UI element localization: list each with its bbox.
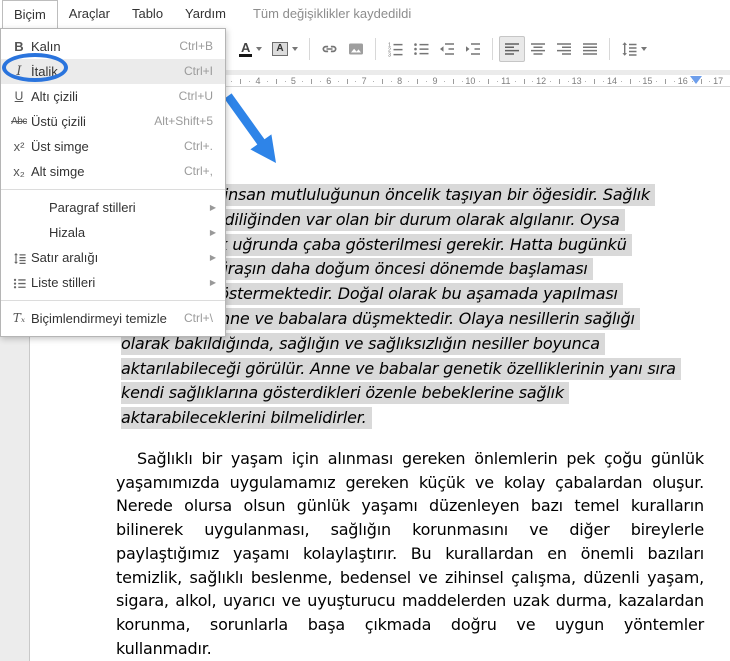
insert-image-button[interactable] <box>343 36 369 62</box>
menubar-item-yardim[interactable]: Yardım <box>174 0 237 28</box>
shortcut-label: Ctrl+U <box>178 89 213 103</box>
decrease-indent-icon <box>439 43 454 55</box>
bulleted-list-button[interactable] <box>408 36 434 62</box>
text-line: kendi sağlıklarına gösterdikleri özenle … <box>121 381 681 406</box>
menu-item-ustu-cizili[interactable]: Abc Üstü çizili Alt+Shift+5 <box>1 109 225 134</box>
right-indent-marker[interactable] <box>690 76 702 84</box>
highlight-color-button[interactable]: A <box>267 36 302 62</box>
subscript-icon: x₂ <box>13 164 25 179</box>
text-line: Nerede olursa olsun günlük yaşamı düzenl… <box>116 496 704 516</box>
justify-icon <box>582 43 597 55</box>
shortcut-label: Ctrl+, <box>183 164 213 178</box>
text-line: aktarabileceklerini bilmelidirler. <box>121 406 681 431</box>
toolbar-separator <box>374 38 376 60</box>
text-line: temizlik, sağlıklı beslenme, bedensel ve… <box>116 567 704 587</box>
superscript-icon: x² <box>13 139 25 154</box>
text-line: Sağlıklı bir yaşam için alınması gereken… <box>137 449 704 468</box>
shortcut-label: Alt+Shift+5 <box>154 114 213 128</box>
shortcut-label: Ctrl+. <box>183 139 213 153</box>
numbered-list-button[interactable]: 123 <box>382 36 408 62</box>
text-line: paylaştığımız yaşamı kolaylaştırır. Bu k… <box>116 543 704 563</box>
link-icon <box>322 45 337 53</box>
menubar-item-bicim[interactable]: Biçim <box>2 0 58 28</box>
toolbar-separator <box>308 38 310 60</box>
text-color-button[interactable]: A <box>234 36 267 62</box>
submenu-arrow-icon: ▶ <box>209 203 216 212</box>
text-line: sigara, alkol, uyarıcı ve uyuşturucu mad… <box>116 591 704 611</box>
caret-down-icon <box>291 47 298 51</box>
text-line: bilinerek uygulanması, sağlığın korunmas… <box>116 520 704 540</box>
text-line: aktarılabileceği görülür. Anne ve babala… <box>121 357 681 382</box>
submenu-arrow-icon: ▶ <box>209 253 216 262</box>
bulleted-list-icon <box>413 43 429 55</box>
line-spacing-button[interactable] <box>616 36 652 62</box>
arrow-annotation <box>224 93 276 163</box>
image-icon <box>348 43 363 55</box>
list-styles-icon <box>8 270 30 295</box>
text-line: korunma, sorunlarla başa çıkmada doğru v… <box>116 614 704 634</box>
toolbar-separator <box>608 38 610 60</box>
increase-indent-icon <box>465 43 480 55</box>
circle-annotation <box>2 53 68 82</box>
menu-bar: Biçim Araçlar Tablo Yardım Tüm değişikli… <box>0 0 730 28</box>
align-center-button[interactable] <box>525 36 551 62</box>
menubar-item-tablo[interactable]: Tablo <box>121 0 174 28</box>
caret-down-icon <box>256 47 263 51</box>
align-right-icon <box>556 43 571 55</box>
clear-formatting-icon: Tₓ <box>12 311 26 325</box>
align-right-button[interactable] <box>551 36 577 62</box>
numbered-list-icon: 123 <box>388 43 403 57</box>
submenu-arrow-icon: ▶ <box>209 228 216 237</box>
menu-item-alt-simge[interactable]: x₂ Alt simge Ctrl+, <box>1 159 225 184</box>
highlight-color-icon: A <box>272 42 288 56</box>
paragraph-justified[interactable]: Sağlıklı bir yaşam için alınması gereken… <box>116 447 704 660</box>
toolbar-separator <box>491 38 493 60</box>
strikethrough-icon: Abc <box>11 116 27 127</box>
text-line: yaşamımızda uygulamamız gereken küçük ve… <box>116 472 704 492</box>
line-spacing-icon <box>8 245 30 270</box>
shortcut-label: Ctrl+\ <box>183 311 213 325</box>
underline-icon: U <box>14 89 24 103</box>
insert-link-button[interactable] <box>316 36 343 62</box>
menu-item-hizala[interactable]: Hizala ▶ <box>1 220 225 245</box>
menu-item-liste-stilleri[interactable]: Liste stilleri ▶ <box>1 270 225 295</box>
submenu-arrow-icon: ▶ <box>209 278 216 287</box>
menu-separator <box>1 300 225 301</box>
svg-text:3: 3 <box>388 53 391 57</box>
justify-button[interactable] <box>577 36 603 62</box>
increase-indent-button[interactable] <box>460 36 486 62</box>
menu-item-ust-simge[interactable]: x² Üst simge Ctrl+. <box>1 134 225 159</box>
shortcut-label: Ctrl+B <box>179 39 213 53</box>
align-left-icon <box>504 43 519 55</box>
align-left-button[interactable] <box>498 36 525 62</box>
menu-item-alti-cizili[interactable]: U Altı çizili Ctrl+U <box>1 84 225 109</box>
text-color-icon: A <box>239 40 253 57</box>
shortcut-label: Ctrl+I <box>183 64 213 78</box>
menu-separator <box>1 189 225 190</box>
menu-item-paragraf-stilleri[interactable]: Paragraf stilleri ▶ <box>1 195 225 220</box>
menu-item-satir-araligi[interactable]: Satır aralığı ▶ <box>1 245 225 270</box>
line-spacing-icon <box>622 42 637 56</box>
decrease-indent-button[interactable] <box>434 36 460 62</box>
save-status: Tüm değişiklikler kaydedildi <box>252 6 412 21</box>
menu-item-bicimlendirmeyi-temizle[interactable]: Tₓ Biçimlendirmeyi temizle Ctrl+\ <box>1 306 225 331</box>
text-line: kullanmadır. <box>116 638 212 658</box>
menubar-item-araclar[interactable]: Araçlar <box>58 0 121 28</box>
align-center-icon <box>530 43 545 55</box>
caret-down-icon <box>640 47 647 51</box>
